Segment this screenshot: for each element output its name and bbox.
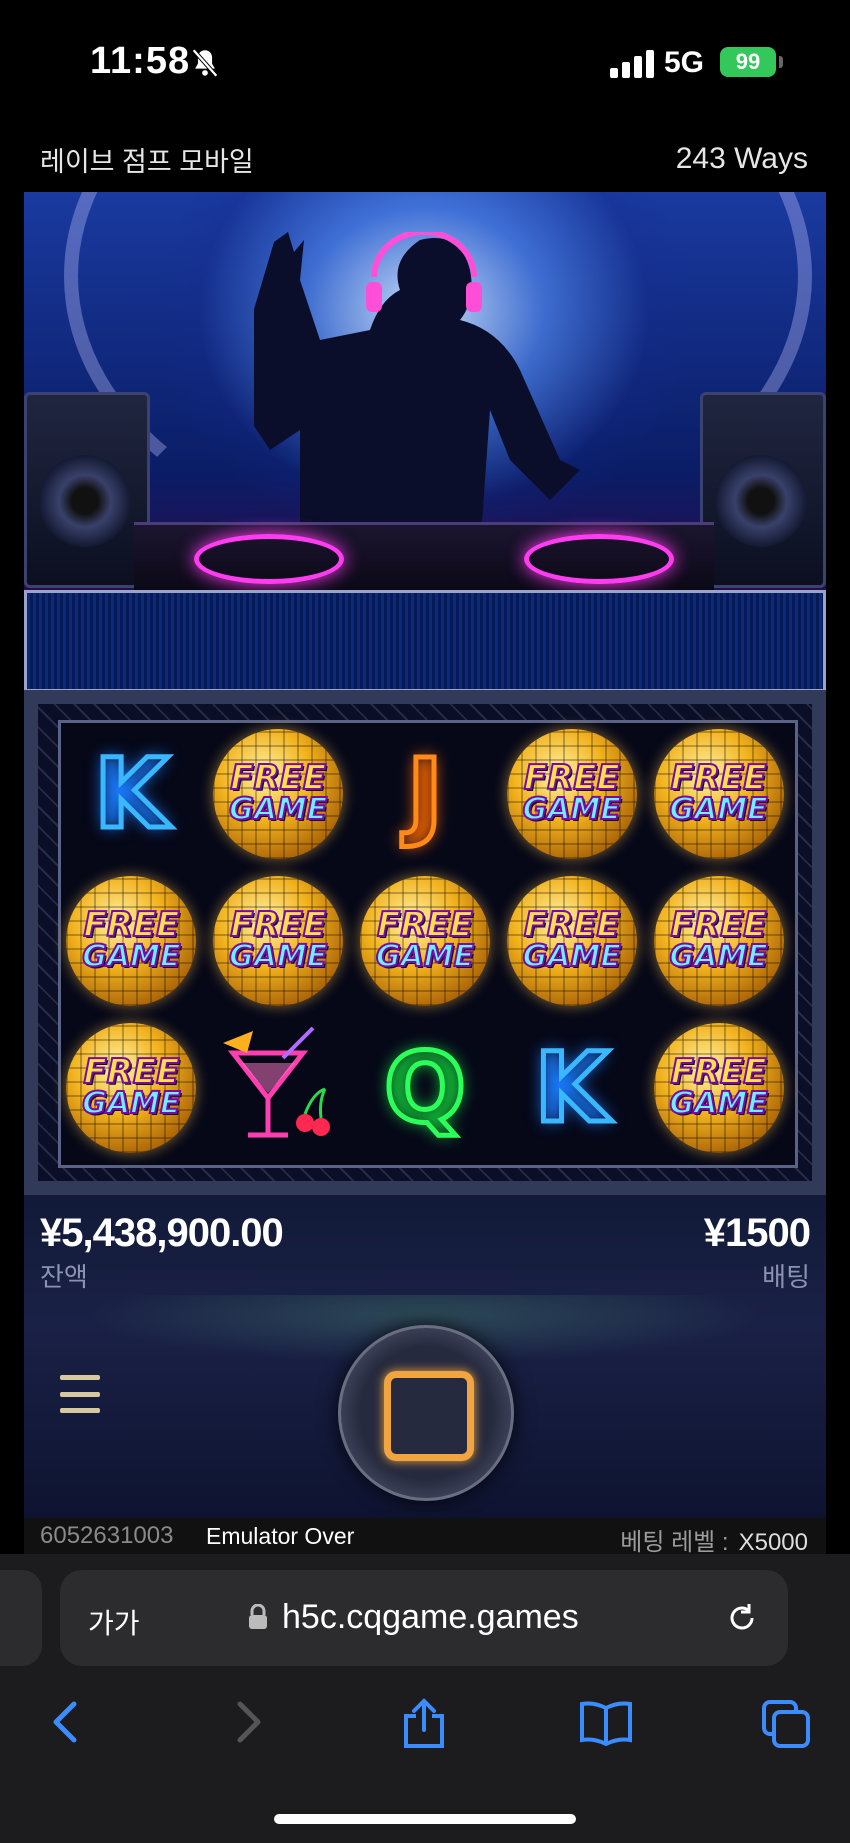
game-info-bar: 6052631003 Emulator Over 베팅 레벨 : X5000 (24, 1518, 826, 1557)
game-text: GAME (668, 1086, 768, 1122)
bell-slash-icon (192, 48, 218, 78)
reel-cell: FREE GAME (352, 867, 499, 1014)
reel-cell: FREE GAME (205, 720, 352, 867)
status-time: 11:58 (90, 40, 191, 82)
free-game-symbol: FREE GAME (213, 875, 344, 1006)
symbol-k: K (532, 1030, 611, 1147)
free-text: FREE (82, 1052, 180, 1093)
game-text: GAME (228, 791, 328, 827)
account-id: 6052631003 (40, 1522, 174, 1549)
game-text: GAME (81, 938, 181, 974)
symbol-j: J (405, 735, 446, 852)
game-text: GAME (668, 791, 768, 827)
reel-cell: K (498, 1015, 645, 1162)
free-text: FREE (523, 757, 621, 798)
reel-cell: FREE GAME (498, 867, 645, 1014)
reel-cell: FREE GAME (645, 720, 792, 867)
network-type: 5G (664, 46, 705, 79)
free-game-symbol: FREE GAME (653, 1023, 784, 1154)
reel-cell: FREE GAME (498, 720, 645, 867)
game-stage: K FREE GAME J FREE GAME FREE GAME FREE GAME FREE GA… (24, 192, 826, 1518)
right-speaker (700, 392, 826, 588)
free-text: FREE (229, 757, 327, 798)
free-game-symbol: FREE GAME (66, 1023, 197, 1154)
emulator-notice: Emulator Over (206, 1523, 355, 1549)
free-game-symbol: FREE GAME (506, 728, 637, 859)
bet-level: 베팅 레벨 : X5000 (620, 1522, 808, 1557)
bet-value[interactable]: ¥1500 (704, 1211, 811, 1256)
free-game-symbol: FREE GAME (653, 728, 784, 859)
reload-icon[interactable] (724, 1600, 760, 1636)
free-text: FREE (670, 904, 768, 945)
free-game-symbol: FREE GAME (213, 728, 344, 859)
address-bar[interactable]: 가가 h5c.cqgame.games (60, 1570, 788, 1666)
free-text: FREE (670, 1052, 768, 1093)
reel-cell: J (352, 720, 499, 867)
reel-cell: K (58, 720, 205, 867)
reel-area: K FREE GAME J FREE GAME FREE GAME FREE GAME FREE GA… (24, 690, 826, 1195)
reel-grid: K FREE GAME J FREE GAME FREE GAME FREE GAME FREE GA… (58, 720, 792, 1162)
browser-toolbar: 가가 h5c.cqgame.games (0, 1554, 850, 1843)
lock-icon (249, 1604, 267, 1629)
reel-cell: FREE GAME (58, 1015, 205, 1162)
free-game-symbol: FREE GAME (506, 875, 637, 1006)
dj-banner-artwork (24, 192, 826, 595)
free-text: FREE (376, 904, 474, 945)
bookmarks-icon[interactable] (578, 1698, 634, 1746)
left-speaker (24, 392, 150, 588)
reel-cell: Q (352, 1015, 499, 1162)
signal-icon (610, 50, 654, 78)
game-text: GAME (522, 791, 622, 827)
reel-cell (205, 1015, 352, 1162)
stop-icon (384, 1371, 474, 1461)
ways-label: 243 Ways (675, 142, 808, 175)
share-icon[interactable] (400, 1698, 448, 1750)
symbol-k: K (92, 735, 171, 852)
led-win-display (24, 590, 826, 692)
reel-cell: FREE GAME (645, 1015, 792, 1162)
status-bar: 11:58 5G 99 (0, 0, 850, 120)
free-game-symbol: FREE GAME (653, 875, 784, 1006)
free-text: FREE (229, 904, 327, 945)
previous-tab-preview[interactable] (0, 1570, 42, 1666)
battery-indicator: 99 (720, 47, 783, 77)
right-turntable (524, 534, 674, 584)
text-size-button[interactable]: 가가 (88, 1602, 140, 1642)
dj-silhouette (254, 232, 580, 550)
game-text: GAME (522, 938, 622, 974)
browser-nav (0, 1684, 850, 1764)
free-text: FREE (670, 757, 768, 798)
game-text: GAME (375, 938, 475, 974)
menu-icon[interactable] (60, 1375, 100, 1413)
game-text: GAME (228, 938, 328, 974)
reel-cell: FREE GAME (645, 867, 792, 1014)
free-game-symbol: FREE GAME (359, 875, 490, 1006)
free-game-symbol: FREE GAME (66, 875, 197, 1006)
tabs-icon[interactable] (760, 1698, 812, 1750)
symbol-q: Q (382, 1030, 469, 1147)
balance-label: 잔액 (40, 1262, 88, 1292)
reel-cell: FREE GAME (205, 867, 352, 1014)
bet-label: 배팅 (762, 1262, 810, 1292)
cocktail-symbol (223, 1026, 331, 1138)
bet-level-value: X5000 (738, 1529, 808, 1556)
free-text: FREE (82, 904, 180, 945)
game-title: 레이브 점프 모바일 (40, 147, 254, 177)
game-text: GAME (81, 1086, 181, 1122)
balance-value: ¥5,438,900.00 (40, 1211, 284, 1255)
control-panel: ¥5,438,900.00 잔액 ¥1500 배팅 (24, 1195, 826, 1518)
bet-level-label: 베팅 레벨 : (620, 1529, 729, 1556)
game-text: GAME (668, 938, 768, 974)
reel-cell: FREE GAME (58, 867, 205, 1014)
free-text: FREE (523, 904, 621, 945)
forward-icon[interactable] (228, 1698, 268, 1746)
back-icon[interactable] (46, 1698, 86, 1746)
stop-spin-button[interactable] (338, 1325, 514, 1501)
left-turntable (194, 534, 344, 584)
url-text[interactable]: h5c.cqgame.games (282, 1598, 579, 1637)
home-indicator[interactable] (274, 1814, 576, 1824)
